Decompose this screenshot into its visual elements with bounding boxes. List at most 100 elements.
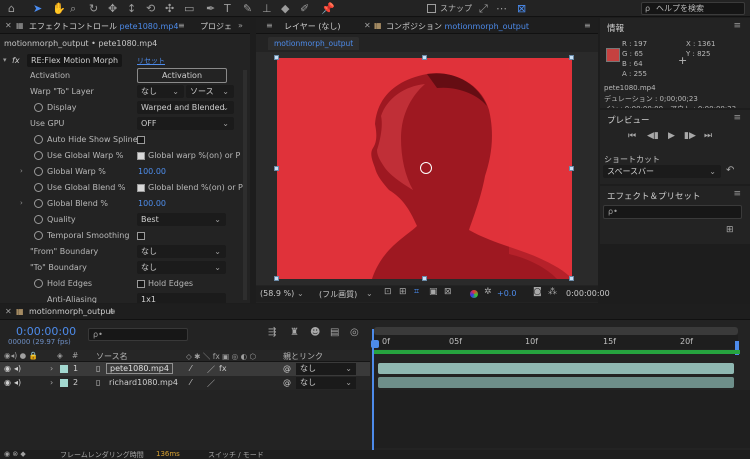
help-search-input[interactable]: ρ ヘルプを検索 (641, 2, 745, 15)
menu-icon[interactable]: ≡ (266, 21, 273, 30)
layer-bar[interactable] (378, 377, 734, 388)
display-select[interactable]: Warped and Blended ⌄ (137, 101, 234, 114)
auto-hide-checkbox[interactable] (137, 136, 145, 144)
layer-bar[interactable] (378, 363, 734, 374)
effect-name[interactable]: RE:Flex Motion Morph (27, 54, 123, 67)
transform-handle[interactable] (569, 276, 574, 281)
color-channels-icon[interactable] (470, 290, 478, 298)
warp-source-select[interactable]: ソース ⌄ (186, 85, 234, 98)
exposure-icon[interactable]: ✲ (484, 288, 492, 297)
zoom-tool-icon[interactable]: ⌕ (70, 2, 76, 16)
tab-effect-controls[interactable]: エフェクトコントロール pete1080.mp4 (29, 21, 178, 32)
audio-icon[interactable]: ◂) (14, 378, 21, 387)
quality-switch-icon[interactable]: ／ (207, 364, 215, 375)
effects-search-input[interactable]: ρ• (603, 205, 742, 219)
layer-name[interactable]: richard1080.mp4 (109, 378, 178, 387)
reset-icon[interactable]: ↶ (726, 166, 734, 176)
show-snapshot-icon[interactable]: ⁂ (548, 288, 557, 297)
use-gpu-select[interactable]: OFF ⌄ (137, 117, 234, 130)
pickwhip-icon[interactable]: @ (283, 364, 291, 373)
eraser-tool-icon[interactable]: ◆ (281, 2, 289, 15)
menu-icon[interactable]: ≡ (733, 189, 741, 199)
hand-tool-icon[interactable]: ✋ (52, 2, 66, 15)
grid-icon[interactable]: ⊠ (444, 288, 452, 297)
shy-layers-icon[interactable]: ☻ (310, 328, 320, 338)
expand-icon[interactable]: › (50, 378, 53, 387)
menu-icon[interactable]: ≡ (178, 21, 185, 30)
layer-name[interactable]: pete1080.mp4 (106, 363, 173, 374)
quality-switch-icon[interactable]: ／ (207, 378, 215, 389)
stopwatch-icon[interactable] (34, 279, 43, 288)
more-tabs-icon[interactable]: » (238, 21, 243, 30)
comp-subtab[interactable]: motionmorph_output (268, 37, 360, 50)
menu-icon[interactable]: ≡ (584, 21, 591, 30)
transform-handle[interactable] (274, 55, 279, 60)
pan-tool-icon[interactable]: ✥ (108, 2, 117, 15)
play-icon[interactable]: ▶ (668, 132, 675, 141)
anchor-tool-icon[interactable]: ✣ (165, 2, 174, 15)
quality-select[interactable]: Best ⌄ (137, 213, 226, 226)
global-blend-value[interactable]: 100.00 (138, 199, 166, 208)
shape-tool-icon[interactable]: ▭ (184, 2, 194, 15)
anti-aliasing-select[interactable]: 1x1 (137, 293, 226, 303)
dolly-tool-icon[interactable]: ↕ (127, 2, 136, 15)
from-boundary-select[interactable]: なし ⌄ (137, 245, 226, 258)
orbit-tool-icon[interactable]: ↻ (89, 2, 98, 15)
warp-to-layer-select[interactable]: なし ⌄ (137, 85, 184, 98)
pickwhip-icon[interactable]: @ (283, 378, 291, 387)
brush-tool-icon[interactable]: ✎ (243, 2, 252, 15)
frame-blending-icon[interactable]: ▤ (330, 328, 339, 338)
stopwatch-icon[interactable] (34, 135, 43, 144)
fast-previews-icon[interactable]: ⊡ (384, 288, 392, 297)
switch-mode-toggle[interactable]: スイッチ / モード (208, 450, 264, 459)
anchor-point-icon[interactable] (420, 162, 432, 174)
roto-brush-icon[interactable]: ✐ (300, 2, 309, 15)
shy-switch-icon[interactable]: ⁄ (190, 364, 191, 373)
first-frame-icon[interactable]: ⏮ (628, 132, 636, 141)
tab-project[interactable]: プロジェ (200, 21, 232, 32)
label-color[interactable] (60, 379, 68, 387)
playhead-handle[interactable] (371, 340, 379, 348)
parent-select[interactable]: なし ⌄ (296, 377, 356, 389)
to-boundary-select[interactable]: なし ⌄ (137, 261, 226, 274)
workspace-toggle-icon[interactable]: ⊠ (517, 2, 526, 15)
home-icon[interactable]: ⌂ (8, 2, 15, 15)
composition-mini-flowchart-icon[interactable]: ⇶ (268, 328, 276, 338)
hold-edges-checkbox[interactable] (137, 280, 145, 288)
layer-row[interactable]: ◉ ◂) › 1 ▯ pete1080.mp4 ⁄ ／ fx @ なし ⌄ (0, 362, 370, 376)
exposure-value[interactable]: +0.0 (497, 289, 516, 298)
reset-link[interactable]: リセット (137, 56, 165, 66)
shortcut-select[interactable]: スペースバー ⌄ (603, 165, 721, 178)
snap-checkbox[interactable] (427, 4, 436, 13)
region-of-interest-icon[interactable]: ▣ (429, 288, 438, 297)
transform-handle[interactable] (422, 55, 427, 60)
timeline-timecode[interactable]: 0:00:00:00 (16, 325, 76, 338)
timeline-search-input[interactable]: ρ• (88, 328, 188, 341)
transform-handle[interactable] (274, 276, 279, 281)
temporal-smoothing-checkbox[interactable] (137, 232, 145, 240)
stamp-tool-icon[interactable]: ⊥ (262, 2, 272, 15)
transform-handle[interactable] (274, 166, 279, 171)
new-preset-icon[interactable]: ⊞ (726, 226, 734, 235)
mask-visibility-icon[interactable]: ⌗ (414, 288, 419, 297)
resolution-select[interactable]: (フル画質) (319, 289, 357, 300)
selection-tool-icon[interactable]: ➤ (33, 2, 42, 15)
menu-icon[interactable]: ≡ (733, 113, 741, 123)
transform-handle[interactable] (569, 166, 574, 171)
stopwatch-icon[interactable] (34, 183, 43, 192)
snap-option-icon[interactable]: ⤢ (479, 2, 488, 16)
pen-tool-icon[interactable]: ✒ (206, 2, 215, 15)
tab-composition[interactable]: コンポジション motionmorph_output (386, 21, 529, 32)
use-global-warp-checkbox[interactable] (137, 152, 145, 160)
fx-icon[interactable]: fx (12, 56, 20, 65)
composition-viewer[interactable] (256, 52, 598, 285)
stopwatch-icon[interactable] (34, 167, 43, 176)
expand-icon[interactable]: › (20, 167, 23, 175)
snap-grid-icon[interactable]: ⋯ (496, 2, 507, 15)
expand-icon[interactable]: › (50, 364, 53, 373)
lock-icon[interactable]: ▦ (16, 21, 24, 30)
type-tool-icon[interactable]: T (224, 2, 231, 15)
menu-icon[interactable]: ≡ (733, 21, 741, 31)
snapshot-icon[interactable]: ◙ (533, 288, 542, 297)
expand-icon[interactable]: ▾ (3, 56, 7, 64)
